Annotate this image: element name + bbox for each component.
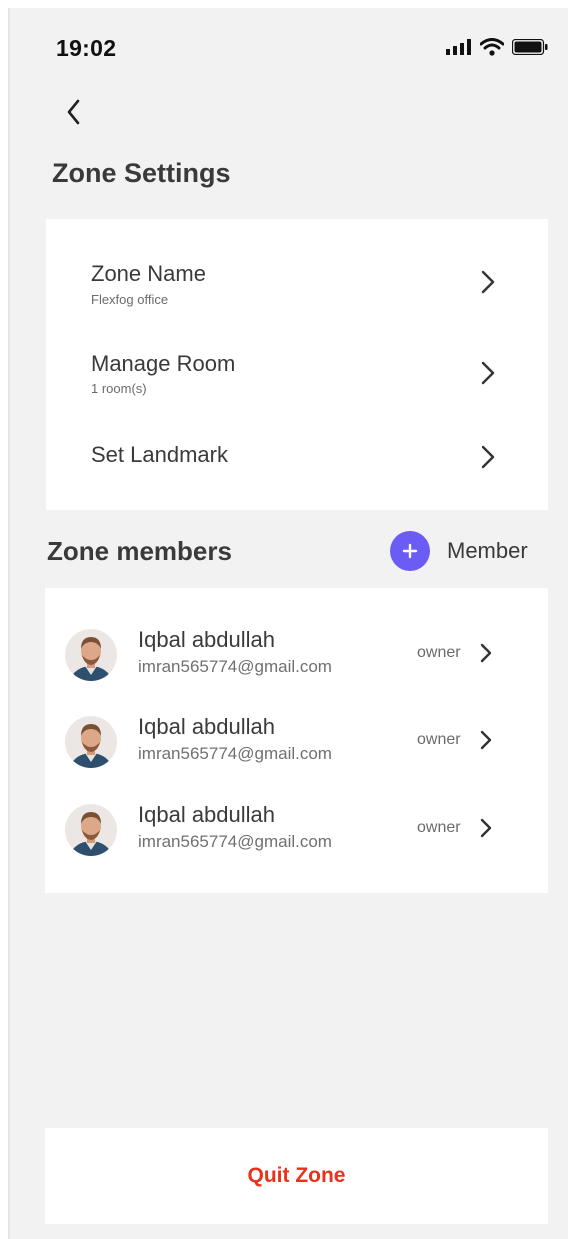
avatar (65, 804, 117, 856)
chevron-right-icon (481, 270, 495, 294)
member-row[interactable]: Iqbal abdullah imran565774@gmail.com own… (45, 627, 548, 699)
page-title: Zone Settings (52, 158, 231, 188)
status-time: 19:02 (56, 35, 117, 61)
quit-zone-label: Quit Zone (247, 1164, 346, 1187)
setting-value: Flexfog office (91, 292, 169, 307)
back-button[interactable] (54, 92, 94, 132)
avatar (65, 629, 117, 681)
setting-value: 1 room(s) (91, 381, 147, 396)
chevron-right-icon (480, 643, 492, 663)
setting-label: Zone Name (91, 261, 206, 286)
setting-label: Set Landmark (91, 442, 228, 467)
members-section-title: Zone members (47, 536, 232, 566)
settings-card: Zone Name Flexfog office Manage Room 1 r… (46, 219, 548, 510)
plus-icon (390, 531, 430, 571)
member-email: imran565774@gmail.com (138, 832, 332, 851)
member-role: owner (417, 819, 461, 836)
member-row[interactable]: Iqbal abdullah imran565774@gmail.com own… (45, 714, 548, 786)
chevron-right-icon (480, 730, 492, 750)
member-name: Iqbal abdullah (138, 627, 276, 652)
chevron-right-icon (481, 445, 495, 469)
add-member-label: Member (447, 538, 528, 563)
member-name: Iqbal abdullah (138, 802, 276, 827)
battery-icon (512, 39, 548, 55)
member-role: owner (417, 644, 461, 661)
chevron-right-icon (480, 818, 492, 838)
wifi-icon (480, 38, 504, 56)
zone-name-row[interactable]: Zone Name Flexfog office (46, 219, 548, 309)
app-screen: 19:02 Zone Settings Zone Name Flexfog of (8, 8, 568, 1239)
member-role: owner (417, 731, 461, 748)
signal-icon (446, 39, 471, 55)
member-email: imran565774@gmail.com (138, 657, 332, 676)
set-landmark-row[interactable]: Set Landmark (46, 399, 548, 489)
members-card: Iqbal abdullah imran565774@gmail.com own… (45, 588, 548, 893)
member-email: imran565774@gmail.com (138, 744, 332, 763)
setting-label: Manage Room (91, 351, 236, 376)
chevron-right-icon (481, 361, 495, 385)
status-icons (446, 38, 548, 56)
manage-room-row[interactable]: Manage Room 1 room(s) (46, 309, 548, 399)
back-arrow-icon (67, 99, 80, 125)
add-member-button[interactable]: Member (390, 531, 528, 571)
member-name: Iqbal abdullah (138, 714, 276, 739)
avatar (65, 716, 117, 768)
member-row[interactable]: Iqbal abdullah imran565774@gmail.com own… (45, 802, 548, 874)
quit-zone-button[interactable]: Quit Zone (45, 1128, 548, 1224)
